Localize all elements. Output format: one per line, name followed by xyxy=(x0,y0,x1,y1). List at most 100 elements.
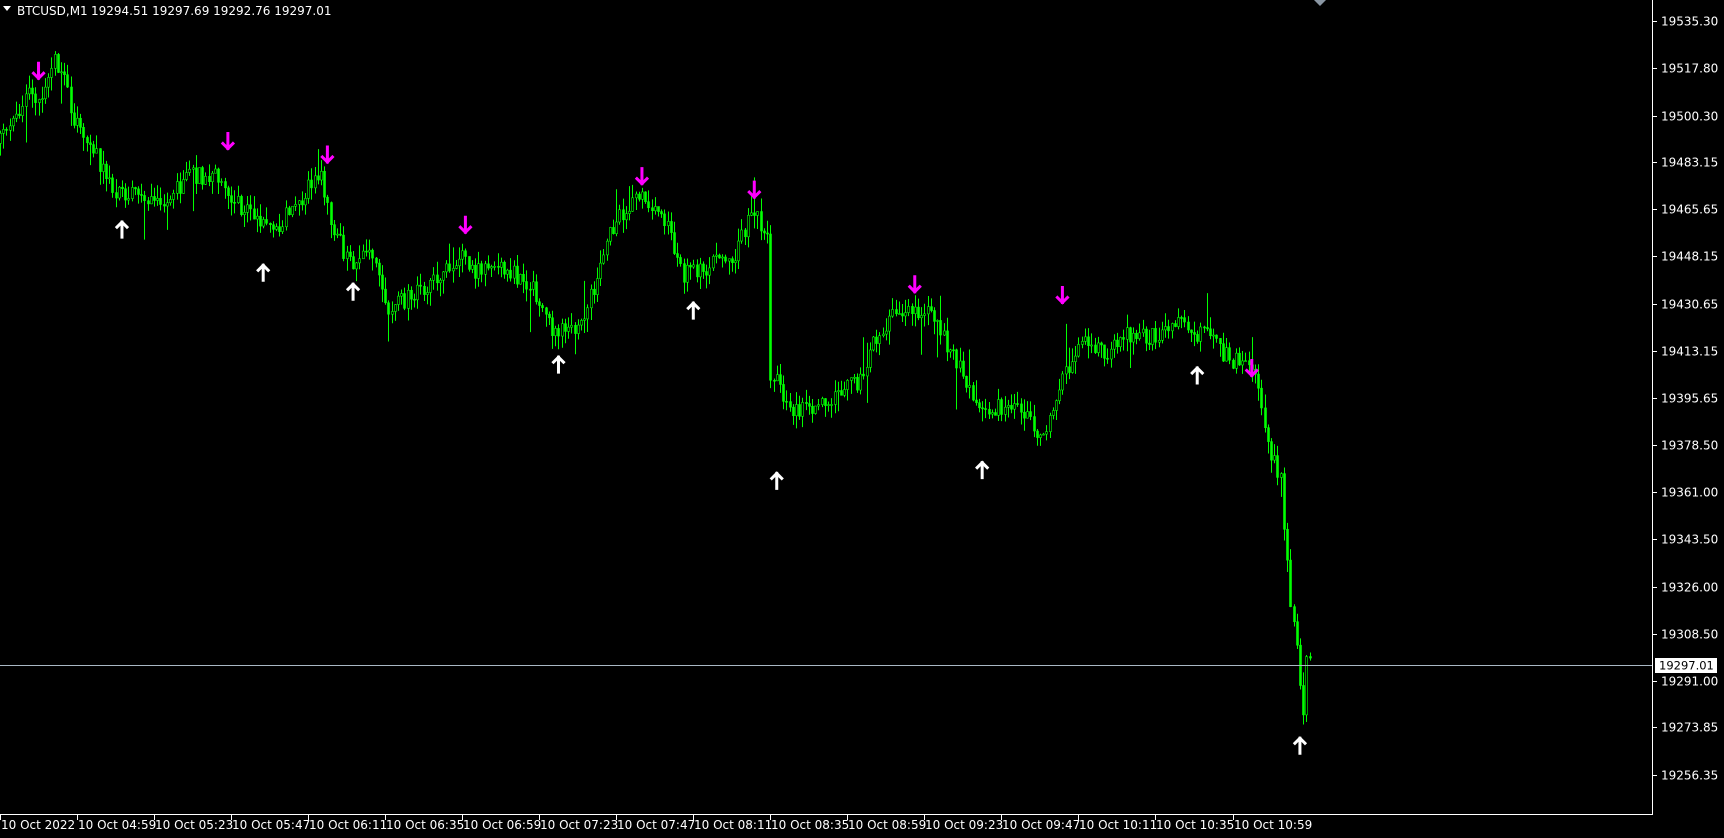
candle-body xyxy=(782,384,785,402)
candle-body xyxy=(34,93,37,103)
candle-body xyxy=(436,274,439,284)
candle-body xyxy=(464,250,467,257)
candle-body xyxy=(375,257,378,264)
candle-body xyxy=(333,224,336,236)
candle-body xyxy=(513,265,516,279)
candle-body xyxy=(442,271,445,281)
candle-body xyxy=(991,412,994,415)
candle-body xyxy=(301,200,304,206)
candle-body xyxy=(869,349,872,368)
candle-body xyxy=(224,181,227,189)
candle-body xyxy=(1177,317,1180,327)
candle-body xyxy=(230,195,233,203)
candle-body xyxy=(554,328,557,336)
candle-body xyxy=(217,168,220,183)
candle-body xyxy=(843,389,846,396)
candle-body xyxy=(657,206,660,212)
candle-body xyxy=(744,229,747,238)
candle-body xyxy=(1135,332,1138,339)
candle-body xyxy=(259,215,262,227)
candle-body xyxy=(1187,321,1190,331)
candle-body xyxy=(201,167,204,185)
candle-body xyxy=(1244,360,1247,362)
candle-body xyxy=(73,112,76,126)
candle-body xyxy=(808,403,811,407)
price-chart[interactable]: 19535.30 19517.80 19500.30 19483.15 19465.65… xyxy=(0,0,1724,838)
candle-body xyxy=(654,206,657,212)
candle-body xyxy=(362,250,365,260)
candle-body xyxy=(551,317,554,336)
candle-body xyxy=(949,349,952,353)
price-tick-label: 19413.15 xyxy=(1661,345,1718,359)
candle-body xyxy=(0,133,2,144)
candle-body xyxy=(426,292,429,295)
candle-body xyxy=(756,211,759,216)
time-tick-label: 10 Oct 10:59 xyxy=(1234,818,1312,832)
candle-body xyxy=(384,288,387,304)
candle-body xyxy=(253,208,256,220)
candle-body xyxy=(1235,352,1238,369)
candle-body xyxy=(522,274,525,282)
candle-body xyxy=(1113,339,1116,350)
candle-body xyxy=(911,306,914,314)
candle-body xyxy=(885,330,888,335)
candle-body xyxy=(740,229,743,242)
candle-body xyxy=(1209,328,1212,337)
time-tick-label: 10 Oct 08:11 xyxy=(694,818,772,832)
candle-body xyxy=(47,77,50,88)
candle-body xyxy=(192,167,195,170)
candle-body xyxy=(269,222,272,226)
candle-body xyxy=(1103,344,1106,359)
candle-body xyxy=(89,142,92,145)
candle-body xyxy=(1039,434,1042,438)
candle-body xyxy=(1077,344,1080,357)
candle-body xyxy=(878,335,881,344)
candle-body xyxy=(285,207,288,228)
candle-body xyxy=(692,264,695,268)
candle-body xyxy=(18,113,21,116)
candle-body xyxy=(609,227,612,242)
candle-body xyxy=(519,274,522,285)
time-tick-label: 10 Oct 08:35 xyxy=(771,818,849,832)
time-tick-label: 10 Oct 10:35 xyxy=(1156,818,1234,832)
candle-body xyxy=(140,194,143,196)
candle-body xyxy=(1171,323,1174,332)
candle-body xyxy=(1161,329,1164,341)
candle-body xyxy=(391,311,394,315)
candle-body xyxy=(866,367,869,377)
candle-body xyxy=(1042,433,1045,436)
candle-body xyxy=(574,324,577,334)
candle-body xyxy=(606,240,609,256)
candle-body xyxy=(1087,336,1090,346)
candle-body xyxy=(561,323,564,337)
candle-body xyxy=(660,211,663,215)
candle-body xyxy=(198,167,201,184)
candle-body xyxy=(400,293,403,297)
candle-body xyxy=(888,315,891,332)
candle-body xyxy=(817,404,820,407)
candle-body xyxy=(1164,326,1167,331)
candle-body xyxy=(737,240,740,262)
candle-body xyxy=(567,326,570,332)
current-price-box: 19297.01 xyxy=(1655,658,1717,673)
candle-body xyxy=(622,209,625,221)
candle-body xyxy=(997,399,1000,416)
candle-body xyxy=(753,212,756,216)
candle-body xyxy=(1029,411,1032,417)
price-tick-label: 19291.00 xyxy=(1661,675,1718,689)
candle-body xyxy=(111,177,114,193)
price-tick-label: 19535.30 xyxy=(1661,15,1718,29)
candle-body xyxy=(766,232,769,235)
price-tick-label: 19326.00 xyxy=(1661,581,1718,595)
candle-body xyxy=(237,196,240,203)
candle-body xyxy=(1142,328,1145,334)
candle-body xyxy=(1106,357,1109,360)
candle-body xyxy=(134,187,137,190)
candle-body xyxy=(477,263,480,279)
candle-body xyxy=(696,264,699,278)
candle-body xyxy=(917,306,920,319)
candle-body xyxy=(15,113,18,119)
candle-body xyxy=(827,404,830,406)
candle-body xyxy=(115,192,118,199)
candle-body xyxy=(137,188,140,195)
